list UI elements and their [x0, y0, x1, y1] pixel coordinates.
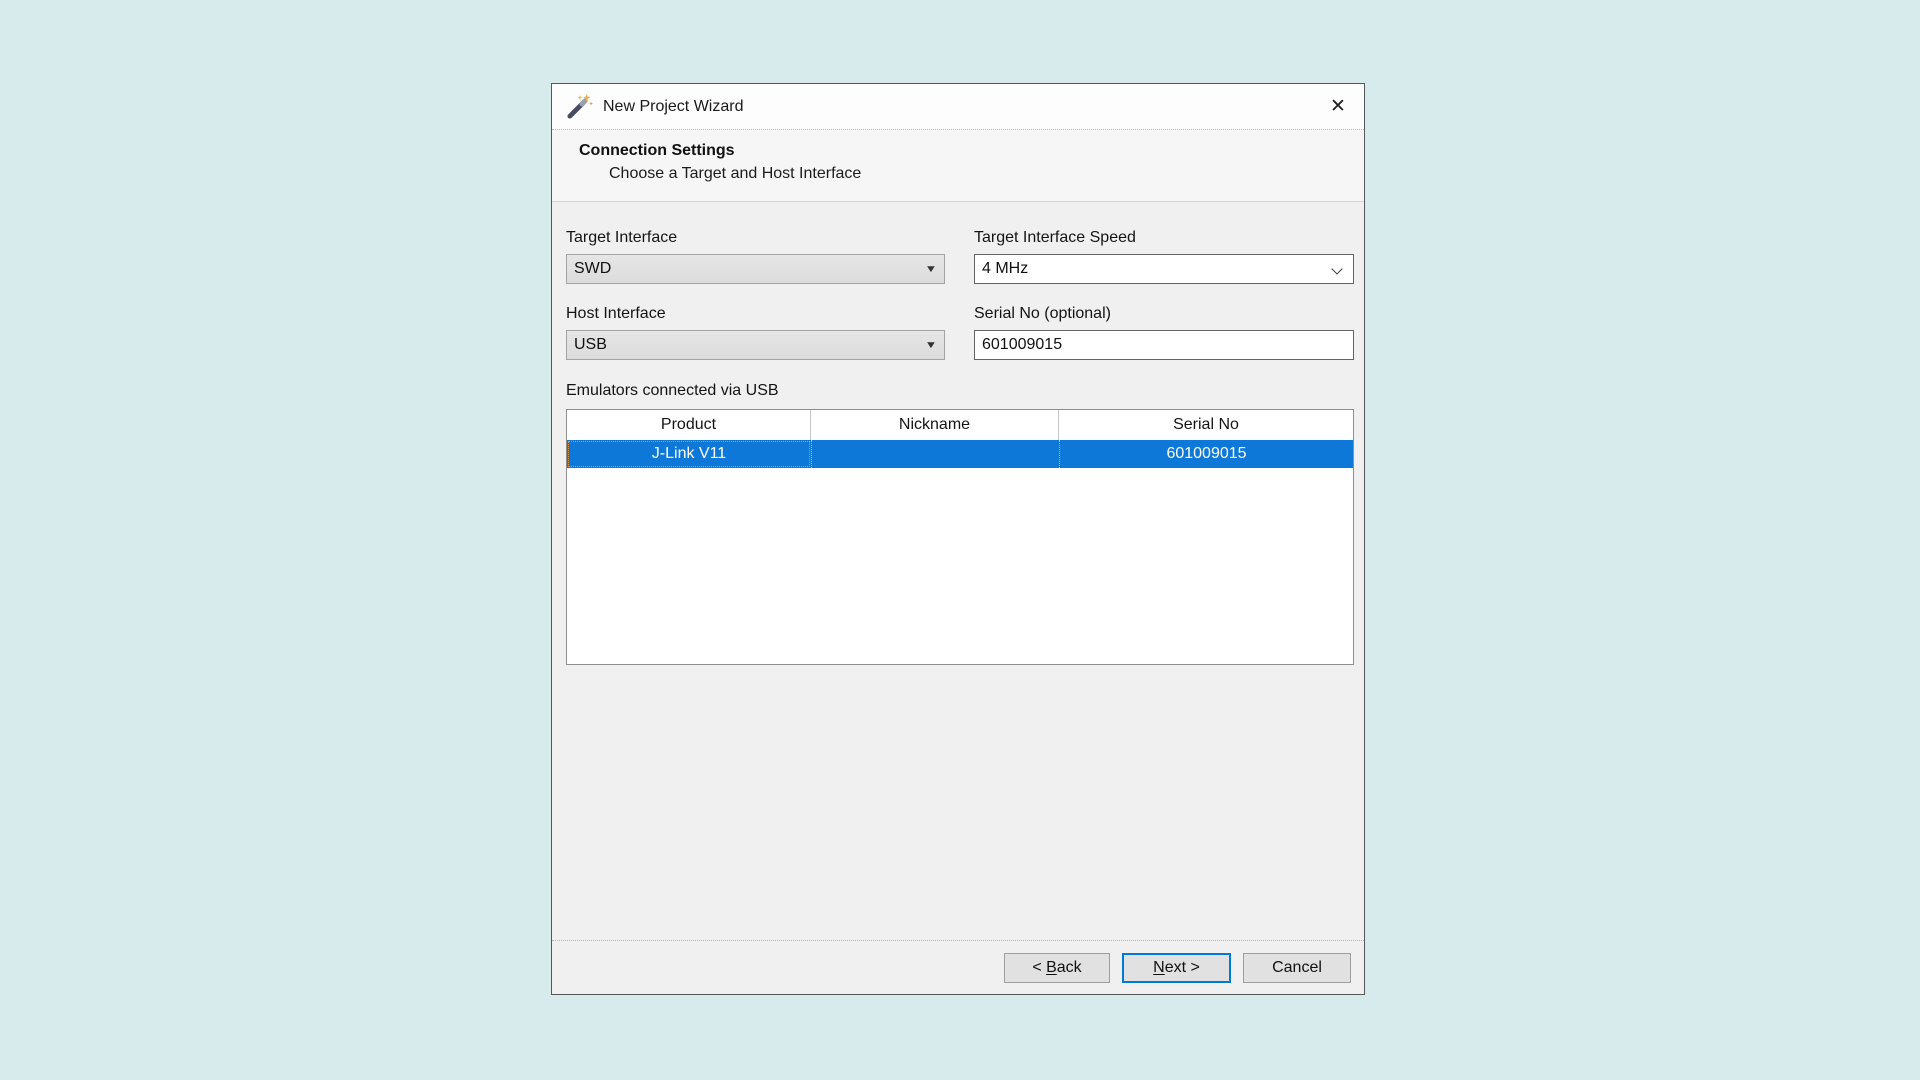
- dropdown-arrow-icon: ▼: [925, 340, 938, 351]
- host-interface-value: USB: [574, 336, 607, 354]
- cancel-button[interactable]: Cancel: [1243, 953, 1351, 983]
- new-project-wizard-dialog: New Project Wizard ✕ Connection Settings…: [551, 83, 1365, 995]
- dropdown-arrow-icon: ▼: [925, 264, 938, 275]
- host-interface-label: Host Interface: [566, 305, 945, 323]
- target-interface-label: Target Interface: [566, 229, 945, 247]
- emulators-table[interactable]: Product Nickname Serial No J-Link V11 60…: [566, 409, 1354, 665]
- emulators-list-label: Emulators connected via USB: [566, 382, 1352, 400]
- serial-no-label: Serial No (optional): [974, 305, 1354, 323]
- target-interface-speed-dropdown[interactable]: 4 MHz: [974, 254, 1354, 284]
- back-button[interactable]: < Back: [1004, 953, 1110, 983]
- chevron-down-icon: [1332, 264, 1343, 275]
- next-button[interactable]: Next >: [1122, 953, 1231, 983]
- close-icon[interactable]: ✕: [1324, 93, 1352, 121]
- cell-nickname[interactable]: [811, 440, 1059, 468]
- emulators-table-header: Product Nickname Serial No: [567, 410, 1353, 440]
- dialog-button-bar: < Back Next > Cancel: [552, 940, 1364, 994]
- wand-icon: [566, 93, 593, 120]
- column-header-product[interactable]: Product: [567, 410, 811, 440]
- target-interface-speed-label: Target Interface Speed: [974, 229, 1354, 247]
- cell-product[interactable]: J-Link V11: [567, 440, 811, 468]
- table-row[interactable]: J-Link V11 601009015: [567, 440, 1353, 468]
- window-title: New Project Wizard: [603, 98, 743, 116]
- host-interface-dropdown[interactable]: USB ▼: [566, 330, 945, 360]
- step-subtitle: Choose a Target and Host Interface: [609, 165, 1364, 183]
- wizard-step-header: Connection Settings Choose a Target and …: [552, 129, 1364, 202]
- serial-no-input[interactable]: [974, 330, 1354, 360]
- target-interface-speed-value: 4 MHz: [982, 260, 1028, 278]
- cell-serial[interactable]: 601009015: [1059, 440, 1353, 468]
- column-header-nickname[interactable]: Nickname: [811, 410, 1059, 440]
- step-title: Connection Settings: [579, 142, 1364, 160]
- column-header-serial[interactable]: Serial No: [1059, 410, 1353, 440]
- titlebar: New Project Wizard ✕: [552, 84, 1364, 129]
- target-interface-dropdown[interactable]: SWD ▼: [566, 254, 945, 284]
- target-interface-value: SWD: [574, 260, 611, 278]
- dialog-content: Target Interface SWD ▼ Target Interface …: [552, 202, 1364, 940]
